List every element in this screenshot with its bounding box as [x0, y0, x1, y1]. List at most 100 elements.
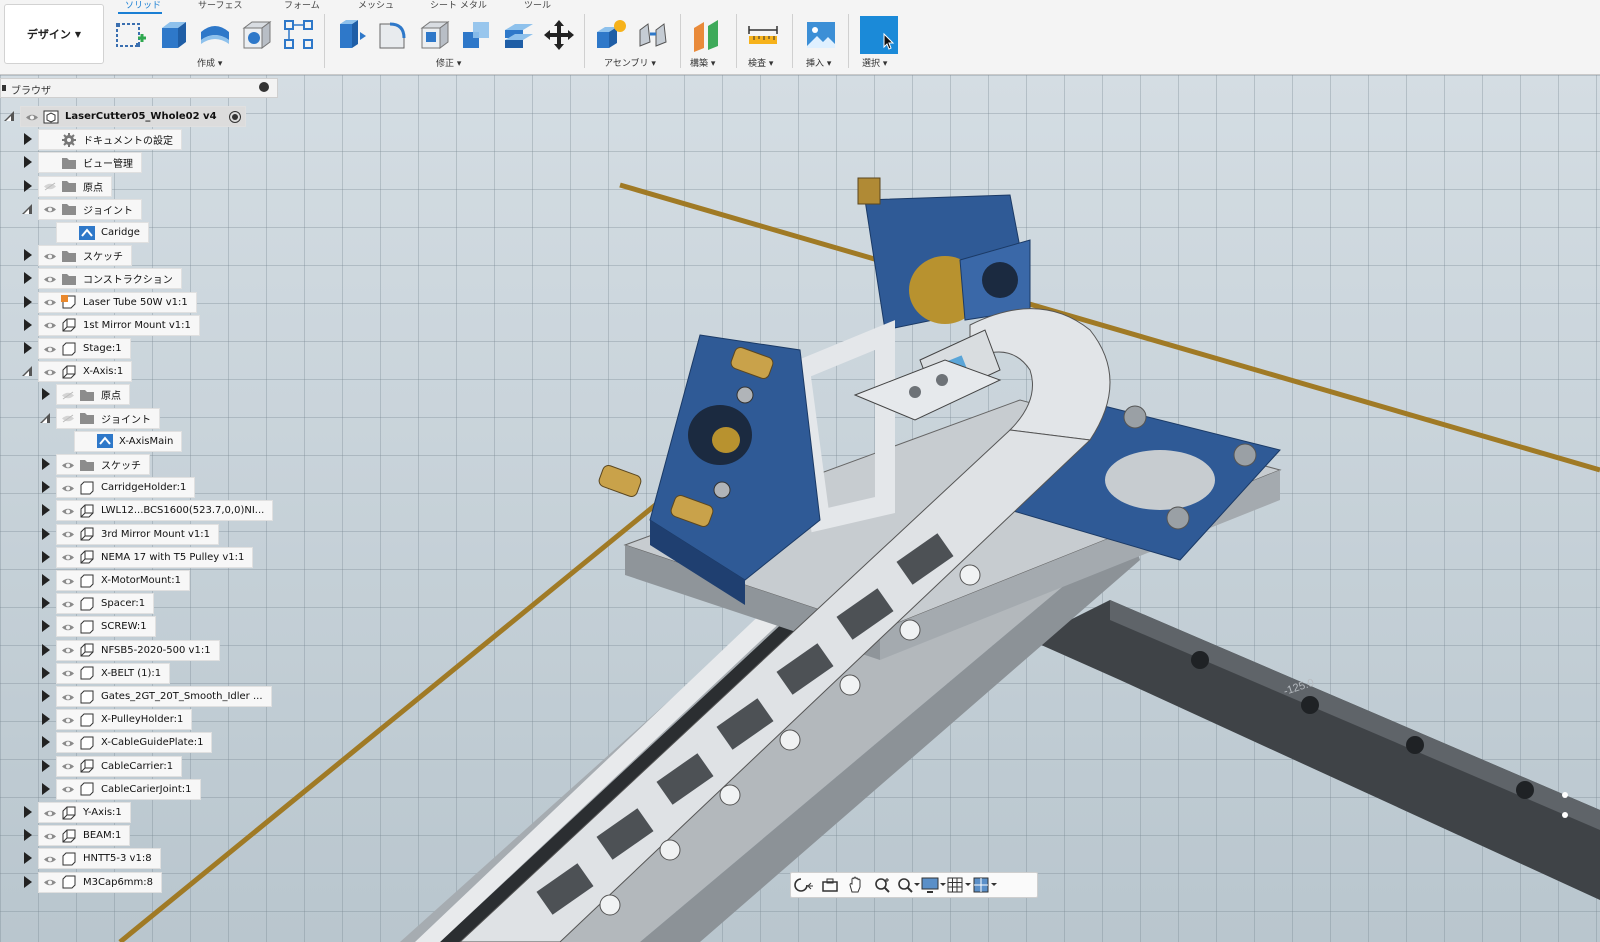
eye-icon[interactable]	[61, 785, 75, 793]
browser-node[interactable]: ドキュメントの設定	[38, 129, 182, 151]
eye-icon[interactable]	[43, 809, 57, 817]
browser-node[interactable]: 原点	[56, 384, 130, 406]
collapsed-toggle-icon[interactable]	[42, 550, 50, 563]
eye-icon[interactable]	[61, 669, 75, 677]
eye-icon[interactable]	[43, 321, 57, 329]
eye-icon[interactable]	[43, 205, 57, 213]
eye-icon[interactable]	[43, 832, 57, 840]
collapsed-toggle-icon[interactable]	[42, 620, 50, 633]
collapsed-toggle-icon[interactable]	[42, 666, 50, 679]
tab-surface[interactable]: サーフェス	[198, 0, 242, 11]
eye-icon[interactable]	[43, 252, 57, 260]
eye-icon[interactable]	[61, 553, 75, 561]
select-icon[interactable]	[860, 16, 898, 54]
group-construct[interactable]: 構築 ▾	[690, 56, 715, 69]
eye-icon[interactable]	[61, 693, 75, 701]
collapsed-toggle-icon[interactable]	[42, 597, 50, 610]
expanded-toggle-icon[interactable]	[22, 203, 32, 214]
collapsed-toggle-icon[interactable]	[42, 736, 50, 749]
browser-node[interactable]: X-Axis:1	[38, 361, 133, 383]
browser-node[interactable]: X-AxisMain	[74, 430, 183, 452]
browser-node[interactable]: LaserCutter05_Whole02 v4	[20, 106, 246, 127]
move-icon[interactable]	[542, 18, 576, 52]
collapsed-toggle-icon[interactable]	[24, 875, 32, 888]
collapsed-toggle-icon[interactable]	[42, 713, 50, 726]
tab-tools[interactable]: ツール	[524, 0, 551, 11]
group-select[interactable]: 選択 ▾	[862, 56, 887, 69]
collapsed-toggle-icon[interactable]	[24, 852, 32, 865]
shell-icon[interactable]	[418, 18, 452, 52]
insert-image-icon[interactable]	[804, 18, 838, 52]
collapsed-toggle-icon[interactable]	[24, 272, 32, 285]
browser-node[interactable]: ジョイント	[38, 198, 142, 220]
collapsed-toggle-icon[interactable]	[24, 179, 32, 192]
zoom-window-icon[interactable]	[895, 875, 921, 895]
browser-node[interactable]: ジョイント	[56, 407, 160, 429]
eye-icon[interactable]	[61, 600, 75, 608]
eye-icon[interactable]	[43, 855, 57, 863]
collapsed-toggle-icon[interactable]	[42, 504, 50, 517]
eye-hidden-icon[interactable]	[61, 391, 75, 400]
hole-icon[interactable]	[240, 18, 274, 52]
eye-icon[interactable]	[43, 345, 57, 353]
browser-node[interactable]: 原点	[38, 175, 112, 197]
expanded-toggle-icon[interactable]	[4, 111, 14, 121]
collapsed-toggle-icon[interactable]	[42, 782, 50, 795]
browser-node[interactable]: 3rd Mirror Mount v1:1	[56, 523, 219, 545]
measure-icon[interactable]	[746, 18, 780, 52]
collapsed-toggle-icon[interactable]	[24, 806, 32, 818]
offset-face-icon[interactable]	[502, 18, 536, 52]
group-insert[interactable]: 挿入 ▾	[806, 56, 831, 69]
browser-node[interactable]: M3Cap6mm:8	[38, 871, 163, 893]
eye-hidden-icon[interactable]	[61, 414, 75, 423]
orbit-icon[interactable]	[791, 875, 817, 895]
group-modify[interactable]: 修正 ▾	[436, 56, 461, 69]
tab-form[interactable]: フォーム	[284, 0, 320, 11]
eye-icon[interactable]	[61, 716, 75, 724]
browser-node[interactable]: ビュー管理	[38, 152, 142, 174]
eye-icon[interactable]	[61, 762, 75, 770]
workspace-switcher[interactable]: デザイン ▼	[4, 4, 104, 64]
browser-node[interactable]: コンストラクション	[38, 268, 182, 290]
collapsed-toggle-icon[interactable]	[24, 342, 32, 354]
tab-mesh[interactable]: メッシュ	[358, 0, 394, 11]
combine-icon[interactable]	[460, 18, 494, 52]
activate-radio-icon[interactable]	[228, 110, 241, 123]
browser-node[interactable]: X-PulleyHolder:1	[56, 709, 193, 731]
tab-solid[interactable]: ソリッド	[125, 0, 161, 11]
eye-icon[interactable]	[61, 646, 75, 654]
collapsed-toggle-icon[interactable]	[42, 690, 50, 702]
fillet-icon[interactable]	[376, 18, 410, 52]
eye-icon[interactable]	[61, 623, 75, 631]
group-create[interactable]: 作成 ▾	[197, 56, 222, 69]
browser-node[interactable]: NEMA 17 with T5 Pulley v1:1	[56, 546, 254, 568]
eye-icon[interactable]	[61, 507, 75, 515]
collapsed-toggle-icon[interactable]	[42, 643, 50, 656]
collapse-handle-icon[interactable]	[2, 85, 6, 91]
collapsed-toggle-icon[interactable]	[42, 388, 50, 401]
pin-icon[interactable]	[259, 82, 269, 92]
pattern-icon[interactable]	[282, 18, 316, 52]
zoom-icon[interactable]	[869, 875, 895, 895]
create-sketch-icon[interactable]	[114, 18, 148, 52]
revolve-icon[interactable]	[198, 18, 232, 52]
browser-node[interactable]: Spacer:1	[56, 593, 155, 615]
browser-node[interactable]: CarridgeHolder:1	[56, 477, 196, 499]
eye-icon[interactable]	[61, 461, 75, 469]
eye-icon[interactable]	[43, 275, 57, 283]
collapsed-toggle-icon[interactable]	[24, 156, 32, 169]
browser-node[interactable]: X-MotorMount:1	[56, 570, 190, 591]
browser-node[interactable]: CableCarrier:1	[56, 755, 183, 777]
collapsed-toggle-icon[interactable]	[42, 574, 50, 586]
collapsed-toggle-icon[interactable]	[24, 295, 32, 308]
collapsed-toggle-icon[interactable]	[42, 481, 50, 494]
new-component-icon[interactable]	[594, 18, 628, 52]
eye-icon[interactable]	[61, 739, 75, 747]
eye-icon[interactable]	[25, 113, 39, 121]
eye-icon[interactable]	[43, 878, 57, 886]
collapsed-toggle-icon[interactable]	[42, 527, 50, 540]
browser-node[interactable]: HNTT5-3 v1:8	[38, 848, 161, 870]
browser-node[interactable]: スケッチ	[38, 245, 132, 267]
browser-node[interactable]: Laser Tube 50W v1:1	[38, 291, 197, 313]
look-at-icon[interactable]	[817, 875, 843, 895]
